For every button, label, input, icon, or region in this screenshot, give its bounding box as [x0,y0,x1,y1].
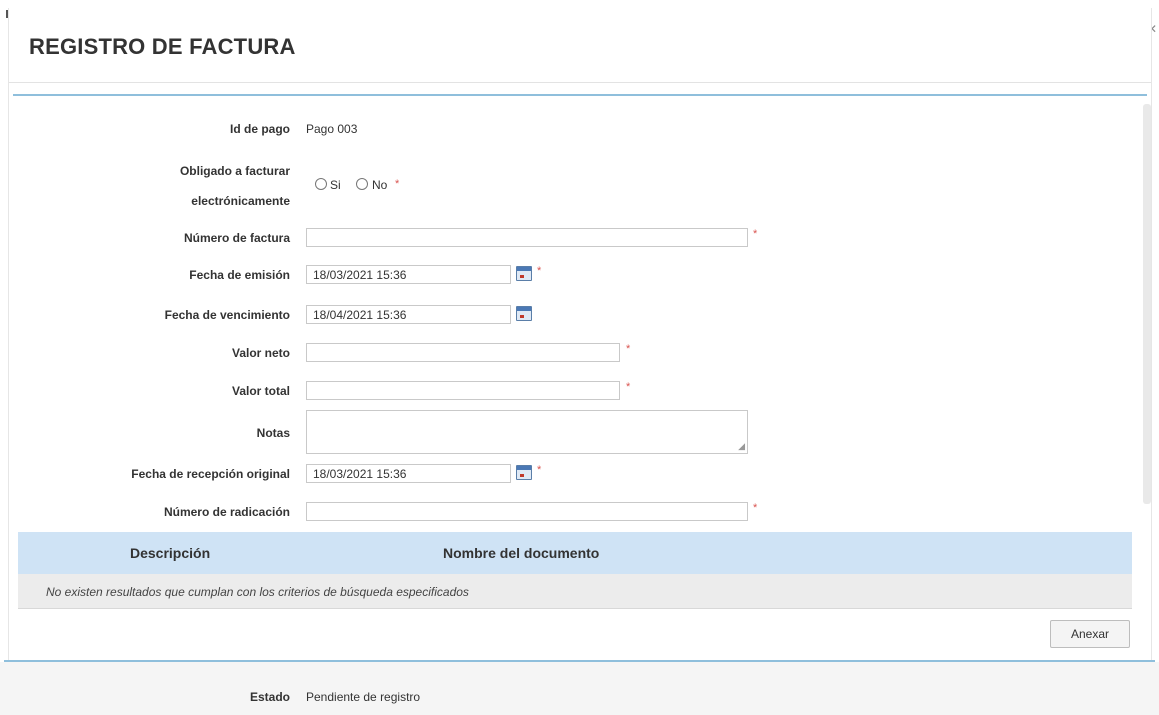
valor-total-input[interactable] [306,381,620,400]
required-marker: * [753,502,758,514]
title-separator [9,82,1151,83]
obligado-label-line2: electrónicamente [191,194,290,208]
radio-no[interactable] [356,178,368,190]
calendar-icon[interactable] [516,306,532,321]
numero-factura-input[interactable] [306,228,748,247]
fecha-emision-label: Fecha de emisión [189,268,290,282]
fecha-recepcion-label: Fecha de recepción original [131,467,290,481]
empty-results-message: No existen resultados que cumplan con lo… [46,585,469,599]
numero-factura-label: Número de factura [183,231,290,245]
id-pago-value: Pago 003 [306,122,358,136]
resize-handle-icon[interactable]: ◢ [738,441,745,452]
estado-label: Estado [249,690,290,704]
fecha-vencimiento-input[interactable] [306,305,511,324]
required-marker: * [395,178,400,190]
form-top-border [13,94,1147,96]
column-header-descripcion[interactable]: Descripción [130,545,210,561]
documents-table-header: Descripción Nombre del documento [18,532,1132,574]
valor-total-label: Valor total [231,384,290,398]
calendar-icon[interactable] [516,465,532,480]
fecha-vencimiento-label: Fecha de vencimiento [164,308,290,322]
fecha-recepcion-input[interactable] [306,464,511,483]
valor-neto-label: Valor neto [231,346,290,360]
status-section [0,662,1159,715]
required-marker: * [753,228,758,240]
radio-si[interactable] [315,178,327,190]
scrollbar[interactable] [1143,104,1151,504]
numero-radicacion-input[interactable] [306,502,748,521]
radio-no-label: No [372,178,388,192]
required-marker: * [537,464,542,476]
required-marker: * [626,381,631,393]
calendar-icon[interactable] [516,266,532,281]
required-marker: * [626,343,631,355]
notas-label: Notas [256,426,290,440]
required-marker: * [537,265,542,277]
obligado-label-line1: Obligado a facturar [179,164,290,178]
id-pago-label: Id de pago [230,122,290,136]
valor-neto-input[interactable] [306,343,620,362]
fecha-emision-input[interactable] [306,265,511,284]
numero-radicacion-label: Número de radicación [163,505,290,519]
anexar-button[interactable]: Anexar [1050,620,1130,648]
table-empty-row: No existen resultados que cumplan con lo… [18,574,1132,609]
notas-textarea[interactable]: ◢ [306,410,748,454]
estado-value: Pendiente de registro [306,690,421,704]
radio-si-label: Si [330,178,341,192]
dialog-title: REGISTRO DE FACTURA [29,34,296,59]
column-header-nombre-documento[interactable]: Nombre del documento [443,545,599,561]
